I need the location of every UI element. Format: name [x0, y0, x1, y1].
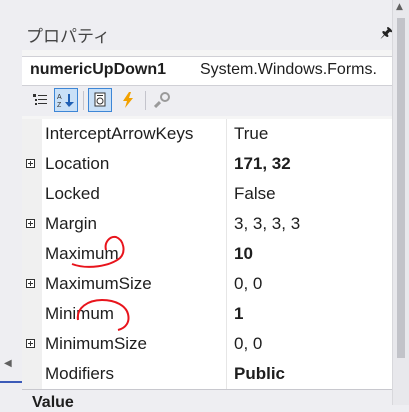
property-value[interactable]: 1 — [234, 304, 243, 324]
property-value[interactable]: 10 — [234, 244, 253, 264]
properties-icon[interactable] — [88, 88, 112, 112]
properties-panel: プロパティ 🖈 numericUpDown1 System.Windows.Fo… — [22, 0, 409, 411]
property-value[interactable]: 0, 0 — [234, 274, 262, 294]
property-row-maximum[interactable]: Maximum 10 — [22, 240, 409, 270]
property-row-locked[interactable]: Locked False — [22, 180, 409, 210]
property-row-location[interactable]: Location 171, 32 — [22, 150, 409, 180]
property-row-minimumsize[interactable]: MinimumSize 0, 0 — [22, 330, 409, 360]
toolbar-separator — [145, 91, 146, 110]
events-icon[interactable] — [116, 88, 140, 112]
property-name: MinimumSize — [45, 334, 148, 353]
scroll-up-arrow-icon[interactable]: ▲ — [396, 2, 403, 12]
selection-indicator — [0, 381, 22, 383]
object-name: numericUpDown1 — [30, 61, 167, 78]
property-row-minimum[interactable]: Minimum 1 — [22, 300, 409, 330]
toolbar-separator — [83, 91, 84, 110]
property-value[interactable]: 3, 3, 3, 3 — [234, 214, 300, 234]
object-type: System.Windows.Forms. — [200, 61, 377, 78]
property-row-interceptarrowkeys[interactable]: InterceptArrowKeys True — [22, 120, 409, 150]
description-label: Value — [32, 394, 74, 411]
panel-titlebar: プロパティ 🖈 — [22, 0, 409, 50]
property-row-maximumsize[interactable]: MaximumSize 0, 0 — [22, 270, 409, 300]
panel-title: プロパティ — [26, 27, 110, 47]
svg-text:A: A — [57, 94, 62, 101]
description-pane: Value — [22, 389, 409, 411]
property-name: Locked — [45, 184, 100, 203]
property-name: Maximum — [45, 244, 119, 263]
property-grid: InterceptArrowKeys True Location 171, 32… — [22, 119, 409, 405]
property-value[interactable]: False — [234, 184, 276, 204]
property-row-modifiers[interactable]: Modifiers Public — [22, 360, 409, 390]
categorized-icon[interactable] — [28, 88, 52, 112]
scroll-thumb[interactable] — [397, 18, 405, 358]
object-selector[interactable]: numericUpDown1 System.Windows.Forms. — [22, 56, 409, 86]
property-value[interactable]: 0, 0 — [234, 334, 262, 354]
property-name: MaximumSize — [45, 274, 152, 293]
property-value[interactable]: 171, 32 — [234, 154, 291, 174]
expand-plus-icon[interactable] — [26, 339, 35, 348]
expand-plus-icon[interactable] — [26, 219, 35, 228]
property-name: Modifiers — [45, 364, 114, 383]
left-dock-strip: ◀ — [0, 0, 23, 405]
alphabetical-icon[interactable]: A Z — [54, 88, 78, 112]
vertical-scrollbar[interactable]: ▲ — [392, 0, 409, 405]
svg-text:Z: Z — [57, 102, 62, 108]
expand-plus-icon[interactable] — [26, 279, 35, 288]
property-name: Location — [45, 154, 110, 173]
property-value[interactable]: Public — [234, 364, 285, 384]
property-name: InterceptArrowKeys — [45, 124, 194, 143]
property-pages-icon[interactable] — [150, 88, 174, 112]
properties-toolbar: A Z — [22, 86, 409, 116]
property-name: Margin — [45, 214, 97, 233]
scroll-left-arrow-icon[interactable]: ◀ — [4, 358, 12, 369]
expand-plus-icon[interactable] — [26, 159, 35, 168]
property-row-margin[interactable]: Margin 3, 3, 3, 3 — [22, 210, 409, 240]
property-name: Minimum — [45, 304, 114, 323]
property-value[interactable]: True — [234, 124, 268, 144]
